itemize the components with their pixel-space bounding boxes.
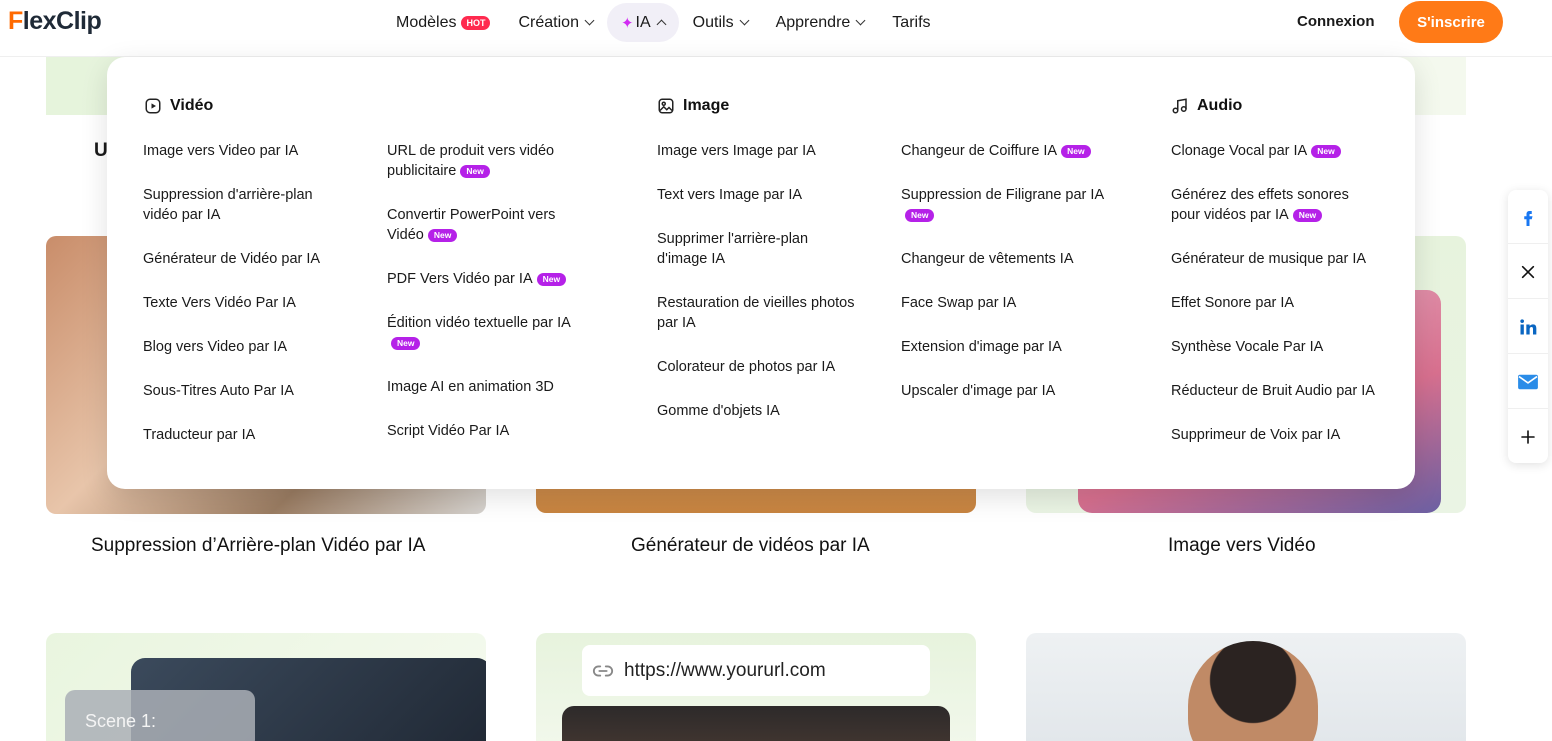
share-rail <box>1508 190 1548 463</box>
chevron-down-icon <box>739 15 750 26</box>
menu-link[interactable]: Suppression d'arrière-plan vidéo par IA <box>143 185 333 225</box>
menu-link[interactable]: Effet Sonore par IA <box>1171 293 1371 313</box>
menu-link[interactable]: Synthèse Vocale Par IA <box>1171 337 1371 357</box>
scene-label: Scene 1: <box>65 690 255 741</box>
card-title-video-generator[interactable]: Générateur de vidéos par IA <box>631 535 870 557</box>
login-link[interactable]: Connexion <box>1297 13 1375 30</box>
nav-ia[interactable]: ✦ IA <box>606 3 679 42</box>
menu-link[interactable]: Supprimer l'arrière-plan d'image IA <box>657 229 832 269</box>
menu-link[interactable]: Face Swap par IA <box>901 293 1101 313</box>
menu-link[interactable]: Réducteur de Bruit Audio par IA <box>1171 381 1401 401</box>
plus-icon <box>1521 430 1535 444</box>
new-badge: New <box>460 164 490 178</box>
menu-link[interactable]: Text vers Image par IA <box>657 185 857 205</box>
x-icon <box>1521 265 1535 278</box>
nav-creation[interactable]: Création <box>504 3 606 42</box>
menu-link[interactable]: Colorateur de photos par IA <box>657 357 857 377</box>
card-image-url-to-video[interactable]: https://www.yoururl.com <box>536 633 976 741</box>
menu-link[interactable]: Script Vidéo Par IA <box>387 421 587 441</box>
image-icon <box>658 98 674 114</box>
menu-link[interactable]: Supprimeur de Voix par IA <box>1171 425 1401 445</box>
new-badge: New <box>391 336 421 350</box>
share-linkedin-button[interactable] <box>1508 300 1548 354</box>
new-badge: New <box>536 272 567 286</box>
menu-link[interactable]: Traducteur par IA <box>143 425 343 445</box>
menu-link[interactable]: Clonage Vocal par IA New <box>1171 141 1401 161</box>
section-image: Image <box>657 97 729 115</box>
link-icon <box>592 665 614 677</box>
menu-link[interactable]: PDF Vers Vidéo par IA New <box>387 269 587 289</box>
menu-link[interactable]: Texte Vers Vidéo Par IA <box>143 293 343 313</box>
chevron-down-icon <box>584 15 595 26</box>
menu-link[interactable]: Image vers Video par IA <box>143 141 343 161</box>
new-badge: New <box>427 228 458 242</box>
new-badge: New <box>1311 144 1341 158</box>
chevron-up-icon <box>656 19 667 30</box>
new-badge: New <box>1292 208 1323 222</box>
sparkle-icon: ✦ <box>620 14 634 32</box>
signup-button[interactable]: S'inscrire <box>1399 1 1503 43</box>
menu-link[interactable]: Changeur de Coiffure IA New <box>901 141 1131 161</box>
share-more-button[interactable] <box>1508 410 1548 464</box>
share-facebook-button[interactable] <box>1508 190 1548 244</box>
ai-dropdown-menu: Vidéo Image Audio Image vers Video par I… <box>107 57 1415 489</box>
menu-link[interactable]: URL de produit vers vidéo publicitaire Ne… <box>387 141 577 181</box>
menu-link[interactable]: Image AI en animation 3D <box>387 377 587 397</box>
share-mail-button[interactable] <box>1508 355 1548 409</box>
card-title-background-removal[interactable]: Suppression d’Arrière-plan Vidéo par IA <box>91 535 425 557</box>
menu-link[interactable]: Gomme d'objets IA <box>657 401 857 421</box>
site-header: FlexClip Modèles HOT Création ✦ IA Outils … <box>0 0 1552 57</box>
nav-apprendre[interactable]: Apprendre <box>762 3 879 42</box>
new-badge: New <box>1061 144 1091 158</box>
main-nav: Modèles HOT Création ✦ IA Outils Apprendre… <box>382 3 945 42</box>
url-bar: https://www.yoururl.com <box>582 645 930 696</box>
menu-link[interactable]: Édition vidéo textuelle par IANew <box>387 313 587 353</box>
person-photo <box>562 706 950 741</box>
new-badge: New <box>905 208 935 222</box>
url-text: https://www.yoururl.com <box>624 659 826 681</box>
video-icon <box>145 98 161 114</box>
menu-link[interactable]: Sous-Titres Auto Par IA <box>143 381 343 401</box>
linkedin-icon <box>1520 318 1537 334</box>
menu-link[interactable]: Suppression de Filigrane par IANew <box>901 185 1121 225</box>
chevron-down-icon <box>855 15 866 26</box>
section-audio: Audio <box>1171 97 1242 115</box>
menu-link[interactable]: Générez des effets sonores pour vidéos p… <box>1171 185 1371 225</box>
flexclip-logo[interactable]: FlexClip <box>8 7 102 36</box>
share-x-button[interactable] <box>1508 245 1548 299</box>
menu-link[interactable]: Convertir PowerPoint vers Vidéo New <box>387 205 577 245</box>
mail-icon <box>1518 374 1538 389</box>
card-title-image-to-video[interactable]: Image vers Vidéo <box>1168 535 1316 557</box>
facebook-icon <box>1524 210 1533 226</box>
menu-link[interactable]: Extension d'image par IA <box>901 337 1101 357</box>
music-icon <box>1172 98 1187 114</box>
menu-link[interactable]: Générateur de musique par IA <box>1171 249 1401 269</box>
menu-link[interactable]: Restauration de vieilles photos par IA <box>657 293 872 333</box>
menu-link[interactable]: Générateur de Vidéo par IA <box>143 249 343 269</box>
person-photo <box>1188 641 1318 741</box>
menu-link[interactable]: Blog vers Video par IA <box>143 337 343 357</box>
nav-outils[interactable]: Outils <box>679 3 762 42</box>
nav-tarifs[interactable]: Tarifs <box>878 3 944 42</box>
card-image-script[interactable]: Scene 1: <box>46 633 486 741</box>
partial-heading: U <box>94 140 108 161</box>
section-video: Vidéo <box>144 97 213 115</box>
menu-link[interactable]: Upscaler d'image par IA <box>901 381 1101 401</box>
menu-link[interactable]: Changeur de vêtements IA <box>901 249 1131 269</box>
card-image-avatar[interactable] <box>1026 633 1466 741</box>
nav-modeles[interactable]: Modèles HOT <box>382 3 504 42</box>
hot-badge: HOT <box>461 15 491 30</box>
menu-link[interactable]: Image vers Image par IA <box>657 141 857 161</box>
